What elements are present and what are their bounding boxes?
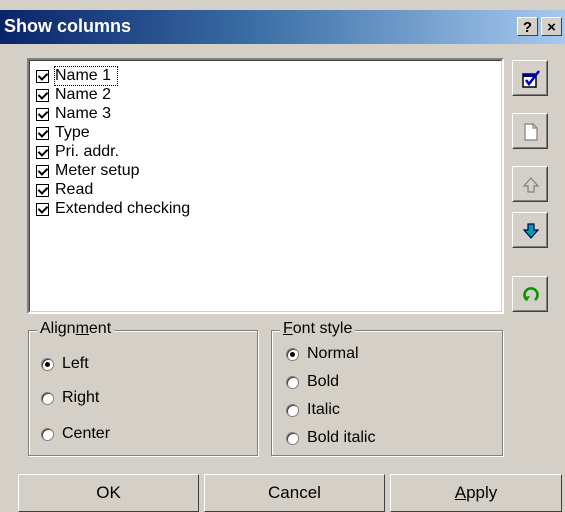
list-item-name-1[interactable]: Name 1 bbox=[36, 66, 119, 86]
cancel-button[interactable]: Cancel bbox=[204, 474, 385, 512]
radio-label: Right bbox=[62, 389, 100, 406]
column-checkbox[interactable] bbox=[36, 164, 49, 178]
list-item-pri-addr[interactable]: Pri. addr. bbox=[36, 143, 119, 161]
move-up-button[interactable] bbox=[512, 166, 548, 202]
window-title: Show columns bbox=[4, 16, 132, 36]
radio-indicator[interactable] bbox=[41, 357, 54, 371]
apply-button-label: Apply bbox=[454, 483, 498, 502]
reset-button[interactable] bbox=[512, 276, 548, 312]
radio-label: Normal bbox=[307, 345, 359, 362]
font-style-italic-radio[interactable]: Italic bbox=[286, 401, 340, 419]
list-item-read[interactable]: Read bbox=[36, 181, 93, 199]
column-checkbox[interactable] bbox=[36, 183, 49, 197]
radio-indicator[interactable] bbox=[41, 391, 54, 405]
column-checkbox[interactable] bbox=[36, 202, 49, 216]
radio-indicator[interactable] bbox=[41, 427, 54, 441]
move-up-icon bbox=[522, 177, 540, 193]
list-item-meter-setup[interactable]: Meter setup bbox=[36, 162, 139, 180]
column-checkbox[interactable] bbox=[36, 107, 49, 121]
move-down-button[interactable] bbox=[512, 212, 548, 248]
font-style-bold-italic-radio[interactable]: Bold italic bbox=[286, 429, 375, 447]
radio-label: Bold bbox=[307, 373, 340, 390]
cancel-button-label: Cancel bbox=[268, 483, 321, 502]
select-all-button[interactable] bbox=[512, 60, 548, 96]
list-item-label: Extended checking bbox=[55, 200, 191, 217]
list-item-label: Pri. addr. bbox=[55, 143, 120, 160]
radio-label: Bold italic bbox=[307, 429, 376, 446]
radio-indicator[interactable] bbox=[286, 403, 299, 417]
move-down-icon bbox=[522, 223, 540, 239]
help-button[interactable]: ? bbox=[517, 17, 538, 36]
column-checkbox[interactable] bbox=[36, 145, 49, 159]
list-item-label: Read bbox=[55, 181, 94, 198]
reset-icon bbox=[523, 287, 539, 302]
list-item-label: Meter setup bbox=[55, 162, 140, 179]
font-style-normal-radio[interactable]: Normal bbox=[286, 345, 359, 363]
list-item-type[interactable]: Type bbox=[36, 124, 90, 142]
close-button[interactable]: × bbox=[541, 17, 562, 36]
apply-button[interactable]: Apply bbox=[390, 474, 562, 512]
font-style-group: Font style Normal Bold Italic Bold itali… bbox=[271, 320, 503, 456]
column-checkbox[interactable] bbox=[36, 69, 49, 83]
radio-label: Italic bbox=[307, 401, 340, 418]
alignment-group: Alignment Left Right Center bbox=[28, 320, 258, 456]
select-all-icon bbox=[522, 70, 540, 88]
ok-button-label: OK bbox=[96, 483, 121, 502]
new-page-icon bbox=[524, 123, 538, 141]
column-checkbox[interactable] bbox=[36, 88, 49, 102]
alignment-center-radio[interactable]: Center bbox=[41, 425, 110, 443]
columns-list[interactable]: Name 1 Name 2 Name 3 Type Pri. addr. Met… bbox=[27, 58, 504, 314]
list-item-name-2[interactable]: Name 2 bbox=[36, 86, 111, 104]
new-column-button[interactable] bbox=[512, 113, 548, 149]
list-item-extended-checking[interactable]: Extended checking bbox=[36, 200, 190, 218]
alignment-right-radio[interactable]: Right bbox=[41, 389, 99, 407]
alignment-left-radio[interactable]: Left bbox=[41, 355, 89, 373]
radio-indicator[interactable] bbox=[286, 431, 299, 445]
list-item-label: Name 2 bbox=[55, 86, 112, 103]
alignment-group-title: Alignment bbox=[37, 320, 115, 338]
ok-button[interactable]: OK bbox=[18, 474, 199, 512]
show-columns-dialog: Show columns ? × Name 1 Name 2 Name 3 Ty… bbox=[0, 0, 565, 512]
radio-label: Center bbox=[62, 425, 111, 442]
column-checkbox[interactable] bbox=[36, 126, 49, 140]
font-style-bold-radio[interactable]: Bold bbox=[286, 373, 339, 391]
radio-label: Left bbox=[62, 355, 89, 372]
list-item-label: Name 3 bbox=[55, 105, 112, 122]
title-bar[interactable]: Show columns ? × bbox=[0, 10, 565, 44]
list-item-label: Type bbox=[55, 124, 90, 141]
list-item-label: Name 1 bbox=[53, 66, 119, 86]
list-item-name-3[interactable]: Name 3 bbox=[36, 105, 111, 123]
radio-indicator[interactable] bbox=[286, 375, 299, 389]
radio-indicator[interactable] bbox=[286, 347, 299, 361]
font-style-group-title: Font style bbox=[280, 320, 356, 338]
